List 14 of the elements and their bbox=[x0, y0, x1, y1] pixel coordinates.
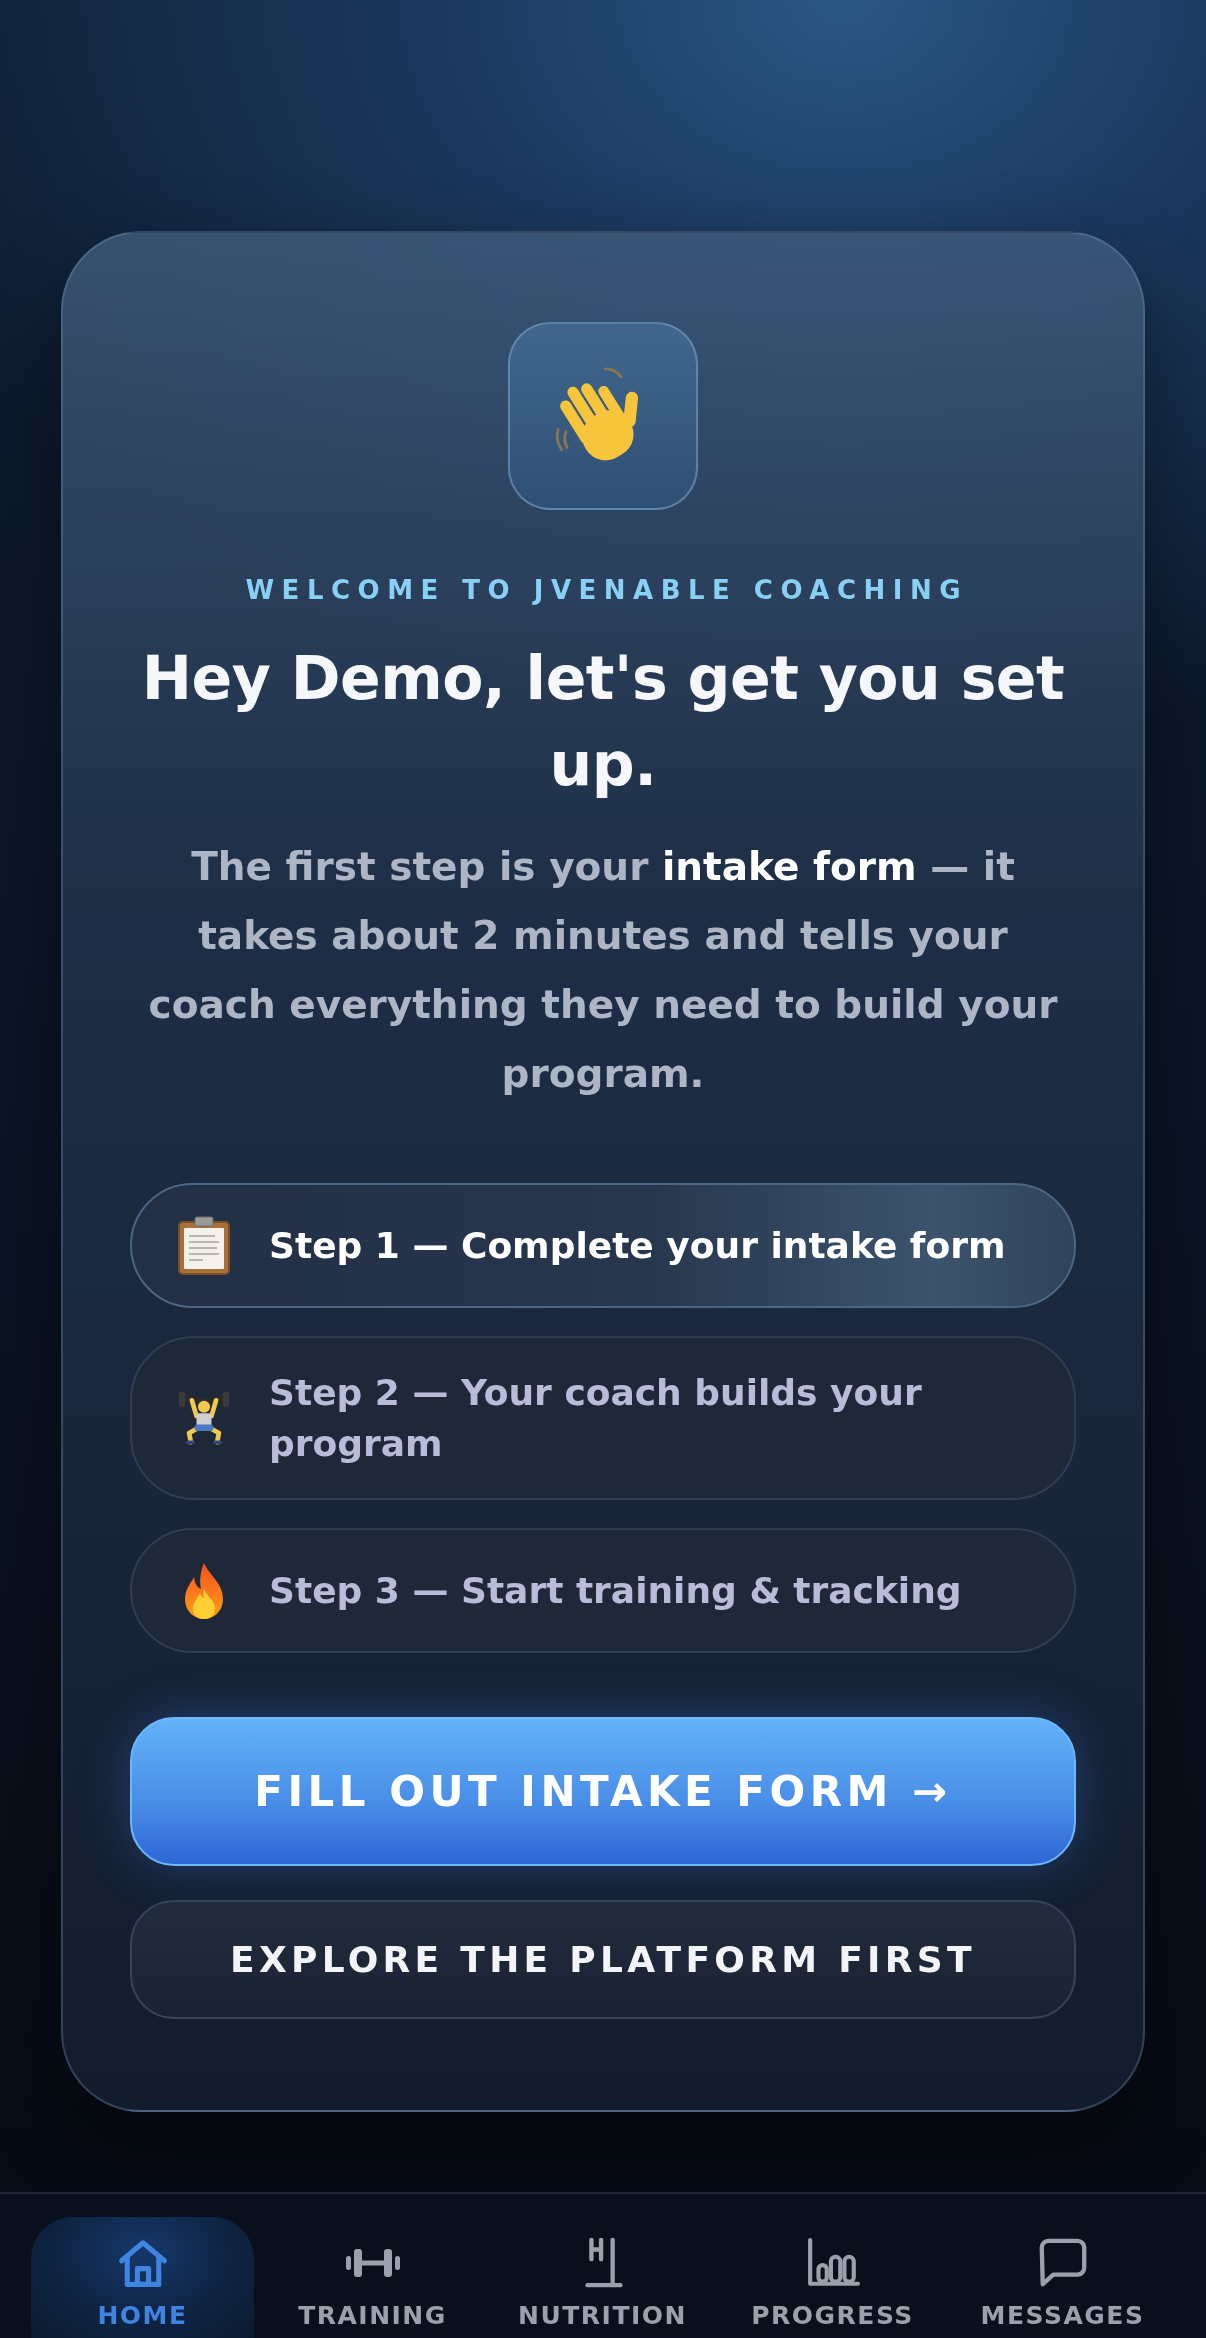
step-text: Step 1 — Complete your intake form bbox=[269, 1224, 1006, 1268]
secondary-action-button[interactable]: EXPLORE THE PLATFORM FIRST bbox=[130, 1900, 1076, 2019]
step-text: Step 3 — Start training & tracking bbox=[269, 1569, 962, 1613]
intro-text: The first step is your intake form — it takes about 2 minutes and tells your coach everything they need to build your program. bbox=[147, 843, 1059, 1098]
nav-tab[interactable]: MESSAGES bbox=[951, 2217, 1174, 2338]
nav-tab[interactable]: TRAINING bbox=[261, 2217, 484, 2338]
nav-tab[interactable]: HOME bbox=[31, 2217, 254, 2338]
nav-tab[interactable]: PROGRESS bbox=[721, 2217, 944, 2338]
waving-hand-icon bbox=[508, 322, 698, 510]
clipboard-icon bbox=[176, 1215, 232, 1276]
welcome-label: WELCOME TO JVENABLE COACHING bbox=[244, 575, 970, 605]
step-text: Step 2 — Your coach builds your program bbox=[269, 1371, 923, 1466]
welcome-heading: Hey Demo, let's get you set up. bbox=[140, 642, 1066, 801]
nav-tab[interactable]: NUTRITION bbox=[491, 2217, 714, 2338]
